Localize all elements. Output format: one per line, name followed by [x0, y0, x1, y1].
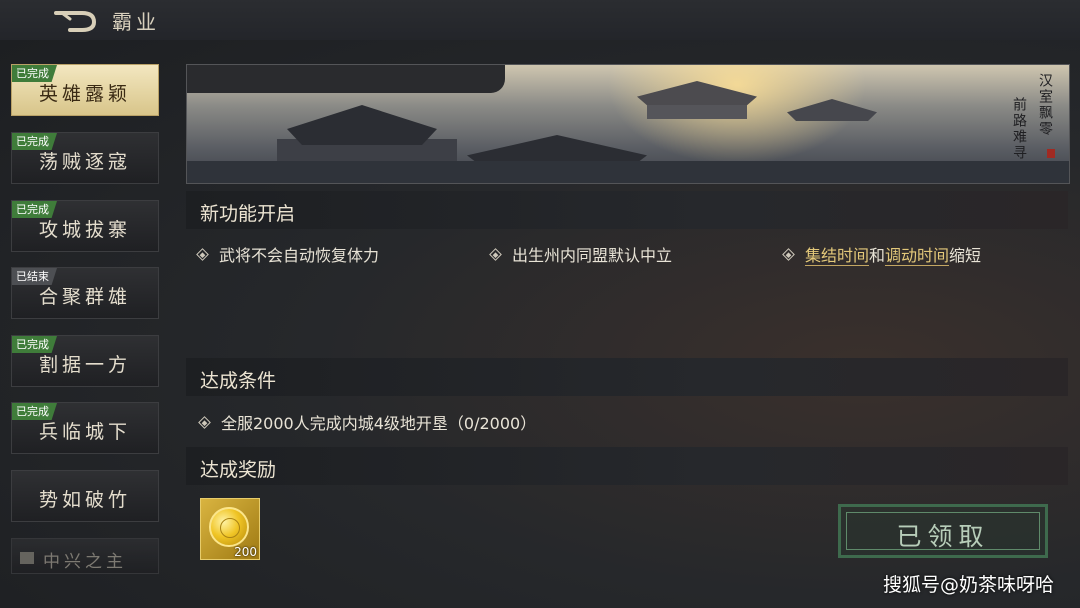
poem-line: 前路难寻 [1011, 97, 1027, 161]
status-badge: 已完成 [12, 201, 57, 218]
status-badge: 已完成 [12, 133, 57, 150]
top-bar: 霸业 [0, 0, 1080, 40]
stage-item-3[interactable]: 攻城拔寨 已完成 [11, 200, 159, 252]
stage-label: 势如破竹 [38, 489, 131, 511]
move-time-link[interactable]: 调动时间 [885, 246, 950, 266]
feature-item: 集结时间和调动时间缩短 [782, 242, 981, 266]
claimed-label: 已领取 [896, 522, 990, 551]
stage-item-7[interactable]: 势如破竹 [11, 470, 159, 522]
stage-label: 割据一方 [38, 354, 131, 376]
reward-item[interactable]: 200 [200, 498, 260, 560]
status-badge: 已完成 [12, 403, 57, 420]
stage-banner: 汉室飘零 前路难寻 [186, 64, 1070, 184]
stage-item-2[interactable]: 荡贼逐寇 已完成 [11, 132, 159, 184]
stage-item-1[interactable]: 英雄露颖 已完成 [11, 64, 159, 116]
features-header: 新功能开启 [186, 191, 1068, 229]
status-badge: 已完成 [12, 336, 57, 353]
section-title: 新功能开启 [200, 203, 296, 225]
banner-poem: 汉室飘零 前路难寻 [1009, 73, 1055, 161]
condition-item: 全服2000人完成内城4级地开垦（0/2000） [198, 410, 536, 434]
rewards-header: 达成奖励 [186, 447, 1068, 485]
stage-label: 中兴之主 [43, 552, 127, 572]
stage-item-5[interactable]: 割据一方 已完成 [11, 335, 159, 387]
stage-label: 攻城拔寨 [38, 219, 131, 241]
diamond-bullet-icon [782, 248, 795, 261]
conditions-header: 达成条件 [186, 358, 1068, 396]
feature-item: 武将不会自动恢复体力 [196, 242, 379, 266]
stage-label: 合聚群雄 [38, 286, 131, 308]
stage-item-4[interactable]: 合聚群雄 已结束 [11, 267, 159, 319]
section-title: 达成奖励 [200, 459, 277, 481]
red-seal-icon [1047, 149, 1055, 158]
stage-item-6[interactable]: 兵临城下 已完成 [11, 402, 159, 454]
status-badge: 已完成 [12, 65, 57, 82]
palace-roof [287, 105, 437, 145]
diamond-bullet-icon [196, 248, 209, 261]
feature-item: 出生州内同盟默认中立 [489, 242, 672, 266]
reward-count: 200 [234, 545, 257, 559]
diamond-bullet-icon [198, 416, 211, 429]
stage-label: 兵临城下 [38, 421, 131, 443]
status-badge: 已结束 [12, 268, 57, 285]
gold-coin-icon [209, 507, 249, 547]
stage-label: 英雄露颖 [38, 83, 131, 105]
watermark: 搜狐号@奶茶味呀哈 [882, 574, 1054, 596]
stage-label: 荡贼逐寇 [38, 151, 131, 173]
claimed-button[interactable]: 已领取 [838, 504, 1048, 558]
rally-time-link[interactable]: 集结时间 [805, 246, 870, 266]
stage-item-8[interactable]: 中兴之主 [11, 538, 159, 574]
diamond-bullet-icon [489, 248, 502, 261]
section-title: 达成条件 [200, 370, 277, 392]
page-title: 霸业 [112, 10, 160, 34]
back-arrow-icon[interactable] [52, 8, 100, 34]
poem-line: 汉室飘零 [1037, 73, 1053, 137]
